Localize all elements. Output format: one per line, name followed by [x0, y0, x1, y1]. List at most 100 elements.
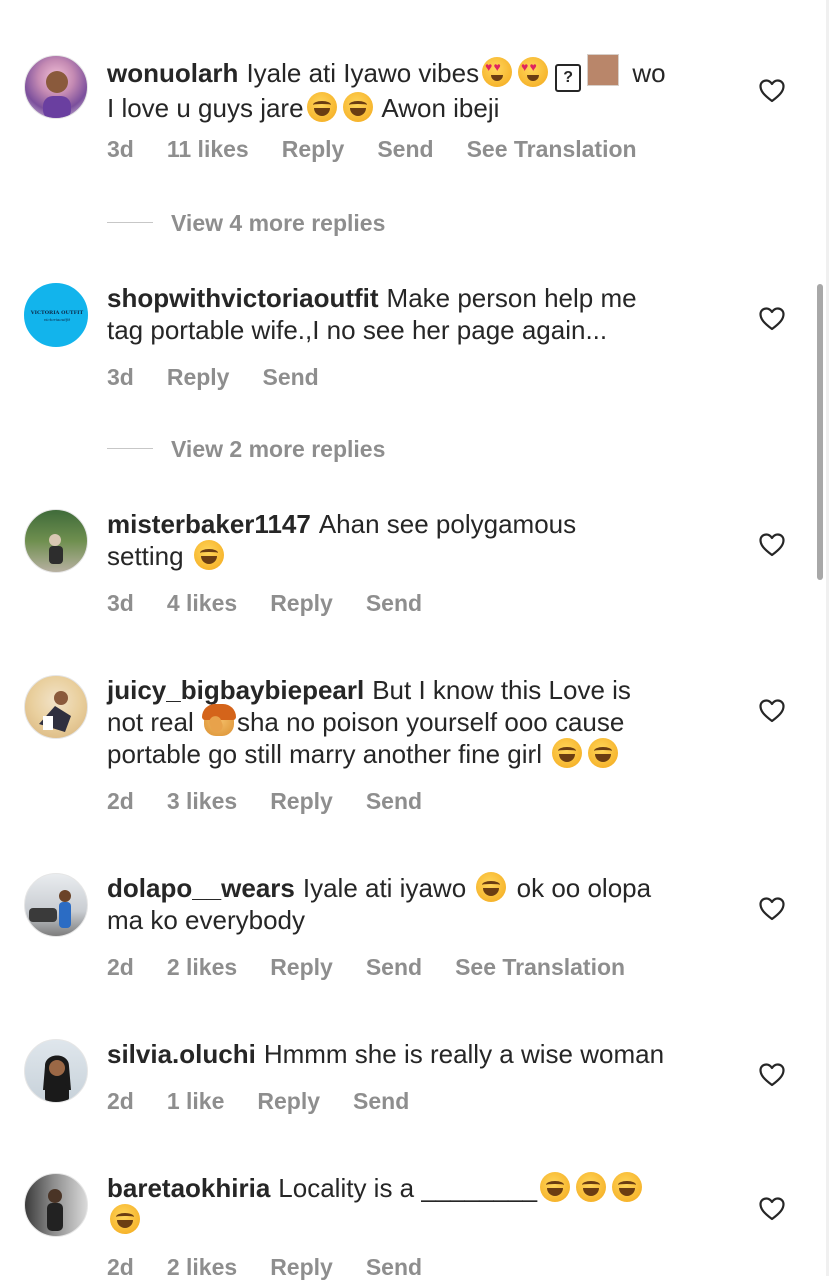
heart-eyes-emoji-icon: [518, 57, 549, 87]
like-heart-icon[interactable]: [759, 699, 785, 723]
avatar[interactable]: [24, 675, 88, 739]
comment-text: juicy_bigbaybiepearl But I know this Love…: [107, 674, 737, 770]
reply-button[interactable]: Reply: [270, 1254, 333, 1280]
reply-button[interactable]: Reply: [167, 364, 230, 390]
comment-time: 3d: [107, 364, 134, 390]
send-button[interactable]: Send: [366, 954, 422, 980]
avatar[interactable]: [24, 55, 88, 119]
comment-meta: 3d 4 likes Reply Send: [107, 590, 455, 617]
comment-text-part: setting: [107, 541, 184, 571]
comment-text-part: I love u guys jare: [107, 93, 304, 123]
avatar[interactable]: VICTORIA OUTFIT victoriaoutfit: [24, 283, 88, 347]
view-more-label[interactable]: View 4 more replies: [171, 208, 385, 238]
comment-text: wonuolarh Iyale ati Iyawo vibes? wo I love…: [107, 54, 737, 124]
see-translation-button[interactable]: See Translation: [467, 136, 637, 162]
avatar[interactable]: [24, 1173, 88, 1237]
laughing-emoji-icon: [576, 1172, 607, 1202]
see-translation-button[interactable]: See Translation: [455, 954, 625, 980]
reply-button[interactable]: Reply: [282, 136, 345, 162]
laughing-emoji-icon: [306, 92, 337, 122]
comment-text-part: not real: [107, 707, 194, 737]
comment-time: 3d: [107, 136, 134, 162]
avatar-brand-text: VICTORIA OUTFIT: [30, 310, 84, 316]
comment-text-part: ma ko everybody: [107, 905, 305, 935]
comment-text-part: Iyale ati iyawo: [302, 873, 467, 903]
comment-meta: 2d 2 likes Reply Send: [107, 1254, 455, 1281]
like-count[interactable]: 2 likes: [167, 1254, 237, 1280]
laughing-emoji-icon: [342, 92, 373, 122]
unknown-glyph-icon: ?: [555, 64, 582, 92]
laughing-emoji-icon: [588, 738, 619, 768]
comment-text-part: Hmmm she is really a wise woman: [263, 1039, 665, 1069]
like-heart-icon[interactable]: [759, 897, 785, 921]
comment-time: 2d: [107, 788, 134, 814]
comment-meta: 2d 2 likes Reply Send See Translation: [107, 954, 658, 981]
skin-tone-icon: [587, 54, 620, 86]
send-button[interactable]: Send: [262, 364, 318, 390]
comment-text: dolapo__wears Iyale ati iyawo ok oo olopa…: [107, 872, 737, 936]
comment-time: 3d: [107, 590, 134, 616]
laughing-emoji-icon: [540, 1172, 571, 1202]
comment-time: 2d: [107, 1254, 134, 1280]
avatar[interactable]: [24, 873, 88, 937]
send-button[interactable]: Send: [366, 1254, 422, 1280]
comment-time: 2d: [107, 1088, 134, 1114]
like-heart-icon[interactable]: [759, 1063, 785, 1087]
comment-text: baretaokhiria Locality is a ________: [107, 1172, 737, 1236]
comment-text-part: Ahan see polygamous: [318, 509, 577, 539]
reply-button[interactable]: Reply: [257, 1088, 320, 1114]
view-more-label[interactable]: View 2 more replies: [171, 434, 385, 464]
comment-username[interactable]: dolapo__wears: [107, 873, 295, 903]
comment-text: shopwithvictoriaoutfit Make person help m…: [107, 282, 737, 346]
comment-username[interactable]: misterbaker1147: [107, 509, 311, 539]
comment-username[interactable]: shopwithvictoriaoutfit: [107, 283, 379, 313]
laughing-emoji-icon: [552, 738, 583, 768]
like-heart-icon[interactable]: [759, 79, 785, 103]
heart-eyes-emoji-icon: [482, 57, 513, 87]
comment-text-part: Iyale ati Iyawo vibes: [246, 58, 480, 88]
send-button[interactable]: Send: [377, 136, 433, 162]
avatar[interactable]: [24, 509, 88, 573]
comment-text-part: tag portable wife.,I no see her page aga…: [107, 315, 608, 345]
reply-button[interactable]: Reply: [270, 590, 333, 616]
laughing-emoji-icon: [612, 1172, 643, 1202]
comment-username[interactable]: silvia.oluchi: [107, 1039, 256, 1069]
send-button[interactable]: Send: [366, 590, 422, 616]
laughing-emoji-icon: [110, 1204, 140, 1234]
comment-text-part: portable go still marry another fine gir…: [107, 739, 542, 769]
like-count[interactable]: 11 likes: [167, 136, 249, 162]
comment-time: 2d: [107, 954, 134, 980]
laughing-emoji-icon: [193, 540, 224, 570]
like-count[interactable]: 1 like: [167, 1088, 225, 1114]
avatar-brand-subtext: victoriaoutfit: [44, 317, 71, 322]
facepalm-emoji-icon: [201, 704, 236, 736]
like-heart-icon[interactable]: [759, 307, 785, 331]
avatar[interactable]: [24, 1039, 88, 1103]
laughing-emoji-icon: [476, 872, 507, 902]
like-count[interactable]: 3 likes: [167, 788, 237, 814]
divider-line: [107, 448, 153, 449]
comment-text-part: Locality is a ________: [278, 1173, 538, 1203]
reply-button[interactable]: Reply: [270, 788, 333, 814]
like-count[interactable]: 2 likes: [167, 954, 237, 980]
comment-username[interactable]: baretaokhiria: [107, 1173, 270, 1203]
divider-line: [107, 222, 153, 223]
comment-text-part: sha no poison yourself ooo cause: [236, 707, 625, 737]
comment-meta: 3d Reply Send: [107, 364, 352, 391]
comment-text: silvia.oluchi Hmmm she is really a wise w…: [107, 1038, 737, 1070]
comment-text-part: Awon ibeji: [381, 93, 500, 123]
comment-text-part: Make person help me: [386, 283, 637, 313]
like-heart-icon[interactable]: [759, 1197, 785, 1221]
send-button[interactable]: Send: [366, 788, 422, 814]
comment-meta: 2d 3 likes Reply Send: [107, 788, 455, 815]
reply-button[interactable]: Reply: [270, 954, 333, 980]
like-count[interactable]: 4 likes: [167, 590, 237, 616]
comment-username[interactable]: juicy_bigbaybiepearl: [107, 675, 364, 705]
comment-text-part: But I know this Love is: [372, 675, 631, 705]
comment-meta: 3d 11 likes Reply Send See Translation: [107, 136, 670, 163]
comment-username[interactable]: wonuolarh: [107, 58, 238, 88]
send-button[interactable]: Send: [353, 1088, 409, 1114]
comment-text-part: wo: [632, 58, 666, 88]
scrollbar-thumb[interactable]: [817, 284, 823, 580]
like-heart-icon[interactable]: [759, 533, 785, 557]
